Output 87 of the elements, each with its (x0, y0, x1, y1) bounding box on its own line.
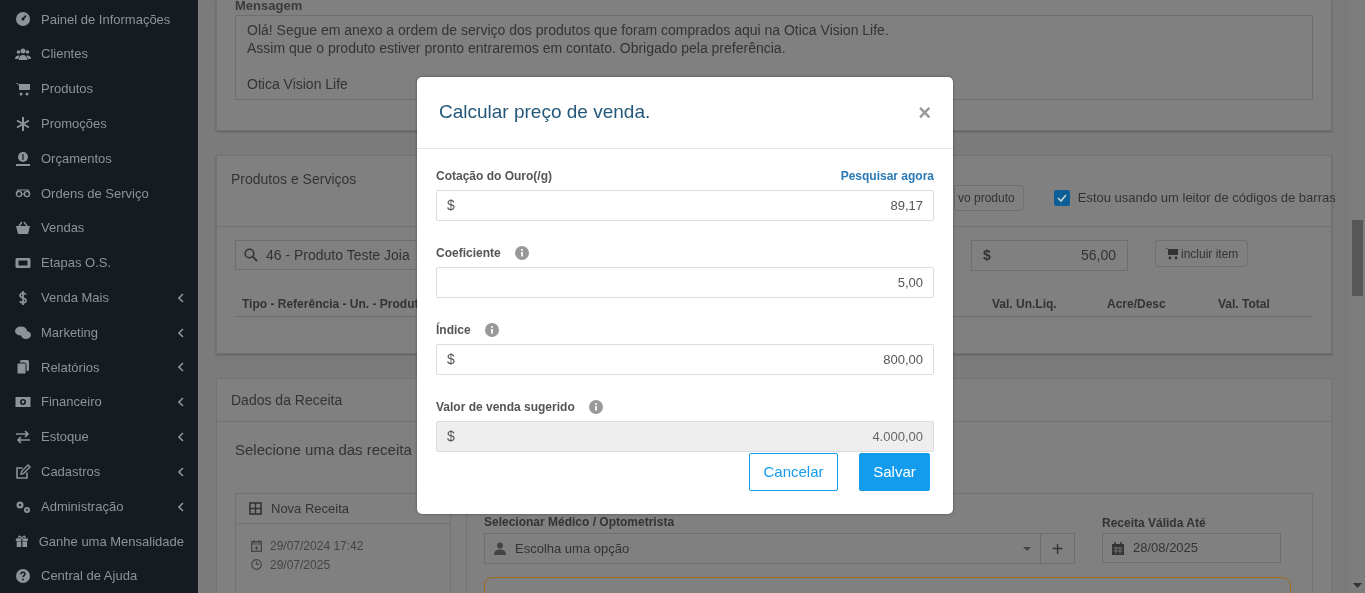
field-value: 4.000,00 (872, 427, 923, 446)
sidebar-item[interactable]: Marketing (0, 315, 198, 350)
field-label: Índice (436, 321, 471, 339)
new-prescription-button[interactable]: Nova Receita (235, 493, 451, 524)
basket-icon (15, 220, 31, 237)
sidebar-item[interactable]: Administração (0, 489, 198, 524)
input-field[interactable]: $ 800,00 (436, 344, 934, 375)
field-label: Cotação do Ouro(/g) (436, 168, 552, 185)
price-field[interactable]: $ 56,00 (971, 240, 1128, 271)
field-label: Valor de venda sugerido (436, 399, 575, 416)
field-label: Receita Válida Até (1102, 515, 1206, 532)
sidebar-item[interactable]: Central de Ajuda (0, 558, 198, 593)
select-value: Escolha uma opção (515, 539, 631, 558)
receipt-icon (15, 150, 31, 167)
column-header: Tipo - Referência - Un. - Produt (242, 296, 419, 313)
users-icon (15, 46, 31, 63)
clock-icon (251, 559, 262, 571)
exchange-icon (15, 428, 31, 445)
cart-icon (1165, 247, 1179, 260)
sidebar-item[interactable]: Painel de Informações (0, 2, 198, 37)
info-icon[interactable] (514, 246, 529, 260)
search-value: 46 - Produto Teste Joia (266, 245, 410, 265)
sidebar-item[interactable]: Ganhe uma Mensalidade (0, 523, 198, 559)
caret-icon (1023, 546, 1031, 551)
field-value: 800,00 (883, 350, 923, 369)
add-doctor-button[interactable]: + (1041, 533, 1075, 564)
sidebar-item[interactable]: Promoções (0, 106, 198, 142)
chat-icon (15, 324, 31, 341)
add-item-button[interactable]: incluir item (1155, 240, 1249, 267)
asterisk-icon (15, 115, 31, 132)
new-product-button[interactable]: vo produto (954, 185, 1024, 211)
checkbox-label: Estou usando um leitor de códigos de barras (1077, 189, 1336, 208)
help-icon (15, 568, 31, 585)
expiry-date: 29/07/2025 (270, 556, 331, 574)
sidebar-item[interactable]: Vendas (0, 210, 198, 246)
field-label: Selecionar Médico / Optometrista (484, 515, 675, 529)
input-field[interactable]: 5,00 (436, 267, 934, 298)
sidebar-item[interactable]: Estoque (0, 419, 198, 455)
date-value: 28/08/2025 (1133, 539, 1199, 558)
column-header: Acre/Desc (1107, 296, 1166, 313)
input-field[interactable]: $ 89,17 (436, 190, 934, 221)
check-icon (1056, 194, 1067, 202)
panel-title: Produtos e Serviços (231, 170, 357, 189)
user-icon (494, 542, 506, 555)
created-date: 29/07/2024 17:42 (270, 537, 364, 555)
price-value: 56,00 (1080, 246, 1116, 265)
section-heading: Selecione uma das receita (235, 440, 412, 460)
table-icon (249, 501, 262, 515)
dialog-title: Calcular preço de venda. (439, 100, 651, 125)
edit-icon (15, 463, 31, 480)
search-icon (244, 248, 258, 262)
copy-icon (15, 359, 31, 376)
sidebar-item[interactable]: Venda Mais (0, 280, 198, 316)
currency-prefix: $ (447, 427, 456, 446)
sidebar-item[interactable]: Clientes (0, 36, 198, 72)
search-link[interactable]: Pesquisar agora (840, 167, 934, 185)
calendar-icon (251, 539, 262, 552)
sidebar-item[interactable]: Orçamentos (0, 141, 198, 176)
sidebar-item[interactable]: Relatórios (0, 349, 198, 385)
column-header: Val. Un.Liq. (992, 296, 1057, 313)
gauge-icon (15, 11, 31, 28)
scroll-down-icon[interactable] (1353, 583, 1362, 588)
sidebar-item[interactable]: Produtos (0, 71, 198, 107)
currency-prefix: $ (983, 246, 991, 265)
info-icon[interactable] (484, 323, 499, 337)
currency-prefix: $ (447, 350, 456, 369)
checkbox[interactable] (1053, 190, 1070, 206)
date-field[interactable]: 28/08/2025 (1102, 533, 1281, 563)
field-label: Mensagem (235, 0, 304, 15)
gift-icon (15, 533, 29, 550)
doctor-select[interactable]: Escolha uma opção (484, 533, 1041, 564)
scrollbar-thumb[interactable] (1352, 220, 1363, 296)
panel-title: Dados da Receita (231, 390, 343, 410)
cart-icon (15, 81, 31, 97)
sidebar-item[interactable]: Financeiro (0, 384, 198, 420)
sidebar-item[interactable]: Etapas O.S. (0, 245, 198, 281)
message-text: Olá! Segue em anexo a ordem de serviço dos produtos que foram comprados aqui na Otica Vision Life. Assim que o produto estiver pronto entraremos em contato. Obrigado pela preferência. Otica Vision Life (247, 21, 890, 93)
calendar-icon (1112, 541, 1124, 555)
field-value: 89,17 (890, 196, 923, 215)
currency-prefix: $ (447, 196, 456, 215)
field-value: 5,00 (897, 273, 923, 292)
column-header: Val. Total (1218, 296, 1270, 313)
field-label: Coeficiente (436, 245, 501, 262)
cancel-button[interactable]: Cancelar (749, 453, 838, 491)
sidebar-item[interactable]: Cadastros (0, 454, 198, 490)
save-button[interactable]: Salvar (859, 453, 930, 491)
sidebar-item[interactable]: Ordens de Serviço (0, 176, 198, 211)
